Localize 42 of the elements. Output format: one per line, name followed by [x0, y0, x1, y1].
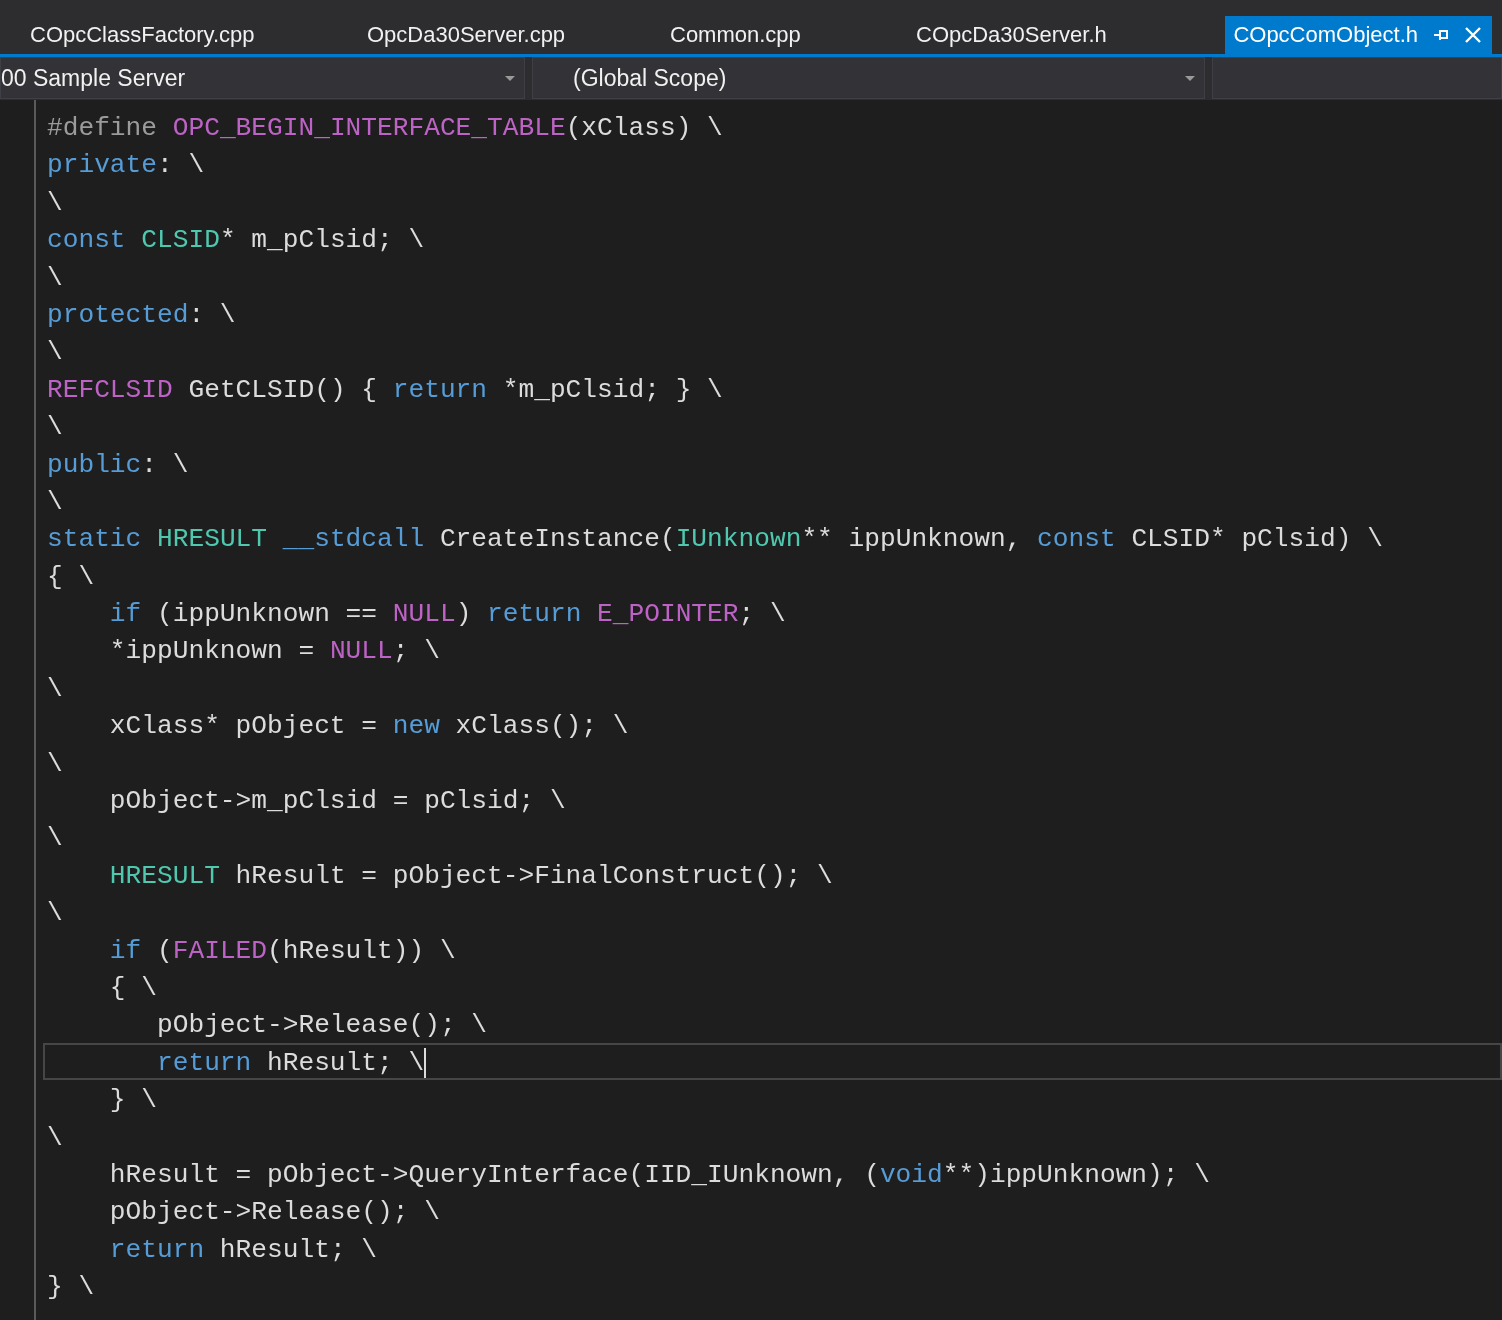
- code-line: \: [46, 411, 64, 445]
- caret-icon: [1184, 74, 1196, 82]
- code-line: { \: [108, 972, 158, 1005]
- project-dropdown[interactable]: 00 Sample Server: [0, 57, 525, 99]
- code-line: \: [46, 261, 64, 295]
- code-line: static HRESULT __stdcall CreateInstance(IUnknown** ippUnknown, const CLSID* pClsid) \: [46, 523, 1384, 557]
- file-tab[interactable]: Common.cpp: [640, 16, 886, 54]
- code-line: \: [46, 672, 64, 706]
- code-line: pObject->Release(); \: [108, 1196, 441, 1230]
- code-line: if (FAILED(hResult)) \: [108, 934, 457, 968]
- code-line: protected: \: [46, 298, 237, 332]
- code-line: hResult = pObject->QueryInterface(IID_IUnknown, (void**)ippUnknown); \: [108, 1158, 1211, 1192]
- code-line: *ippUnknown = NULL; \: [108, 635, 441, 669]
- code-line: \: [46, 1121, 64, 1155]
- code-line: } \: [46, 1271, 96, 1305]
- code-line: xClass* pObject = new xClass(); \: [108, 710, 630, 744]
- code-line: if (ippUnknown == NULL) return E_POINTER; \: [108, 598, 787, 632]
- caret-icon: [504, 74, 516, 82]
- scope-dropdown[interactable]: (Global Scope): [532, 57, 1205, 99]
- close-icon[interactable]: [1464, 26, 1482, 44]
- code-line: const CLSID* m_pClsid; \: [46, 224, 426, 258]
- code-line: \: [46, 336, 64, 370]
- code-line: { \: [46, 560, 96, 594]
- file-tab[interactable]: OpcDa30Server.cpp: [337, 16, 640, 54]
- code-line: } \: [108, 1084, 158, 1118]
- file-tab[interactable]: COpcDa30Server.h: [886, 16, 1170, 54]
- code-line: public: \: [46, 448, 190, 482]
- code-line: \: [46, 485, 64, 519]
- code-line: pObject->m_pClsid = pClsid; \: [108, 785, 567, 819]
- code-line: HRESULT hResult = pObject->FinalConstruct(); \: [108, 859, 834, 893]
- file-tab[interactable]: COpcComObject.h: [1225, 16, 1492, 54]
- code-line: #define OPC_BEGIN_INTERFACE_TABLE(xClass) \: [46, 112, 724, 145]
- code-line: pObject->Release(); \: [156, 1009, 489, 1043]
- code-line: \: [46, 747, 64, 781]
- file-tab[interactable]: COpcClassFactory.cpp: [0, 16, 337, 54]
- code-line: private: \: [46, 149, 206, 183]
- pin-icon[interactable]: [1432, 27, 1450, 43]
- code-line: \: [46, 186, 64, 220]
- code-line: REFCLSID GetCLSID() { return *m_pClsid; } \: [46, 373, 724, 407]
- code-line: return hResult; \: [108, 1233, 379, 1267]
- code-line: \: [46, 897, 64, 931]
- code-line: \: [46, 822, 64, 856]
